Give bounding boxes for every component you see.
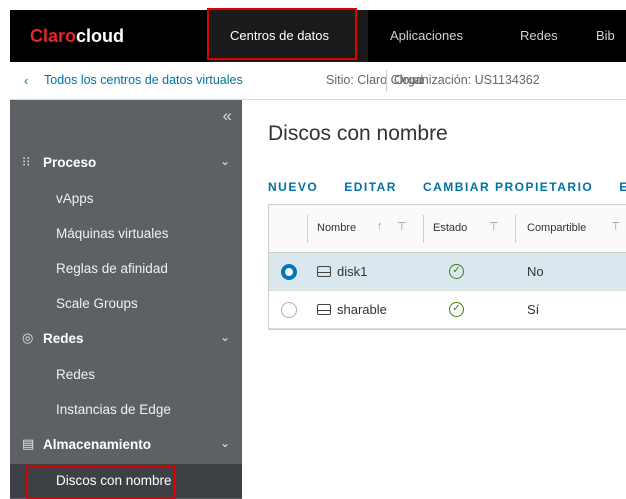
editar-button[interactable]: EDITAR — [344, 180, 397, 194]
column-header-estado[interactable]: Estado ⊤ — [433, 205, 513, 253]
chevron-down-icon: ⌄ — [219, 436, 230, 450]
page-title: Discos con nombre — [268, 122, 448, 145]
sidebar-item-redes[interactable]: Redes — [10, 358, 242, 392]
tab-label: Bib — [596, 28, 615, 43]
eliminar-button[interactable]: EL — [619, 180, 626, 194]
table-row[interactable]: sharable ✓ Sí — [269, 291, 626, 329]
chevron-down-icon: ⌄ — [219, 330, 230, 344]
cambiar-propietario-button[interactable]: CAMBIAR PROPIETARIO — [423, 180, 593, 194]
disks-datagrid: Nombre ↑ ⊤ Estado ⊤ Compartible ⊤ disk1 … — [268, 204, 626, 330]
column-header-nombre[interactable]: Nombre ↑ ⊤ — [317, 205, 427, 253]
annotation-box-sidebar-item — [26, 465, 176, 499]
sort-ascending-icon[interactable]: ↑ — [377, 220, 383, 232]
row-select-radio[interactable] — [281, 264, 297, 280]
chevron-down-icon: ⌄ — [219, 154, 230, 168]
sidebar-section-label: Redes — [43, 331, 84, 346]
storage-icon: ▤ — [22, 436, 35, 451]
sidebar-item-scale-groups[interactable]: Scale Groups — [10, 287, 242, 321]
sidebar-item-reglas-de-afinidad[interactable]: Reglas de afinidad — [10, 252, 242, 286]
sidebar-item-label: Reglas de afinidad — [56, 261, 168, 276]
sidebar-section-almacenamiento[interactable]: ▤ Almacenamiento ⌄ — [10, 428, 242, 462]
column-divider — [515, 215, 516, 243]
shareable-value: No — [527, 264, 544, 279]
sidebar-item-label: Instancias de Edge — [56, 402, 171, 417]
disk-name: disk1 — [337, 264, 368, 279]
action-bar: NUEVO EDITAR CAMBIAR PROPIETARIO EL — [268, 180, 626, 194]
shareable-value: Sí — [527, 302, 540, 317]
nuevo-button[interactable]: NUEVO — [268, 180, 318, 194]
collapse-sidebar-icon[interactable]: « — [223, 106, 232, 126]
datagrid-header: Nombre ↑ ⊤ Estado ⊤ Compartible ⊤ — [269, 205, 626, 253]
sidebar-section-redes[interactable]: ◎ Redes ⌄ — [10, 322, 242, 356]
sidebar-item-vapps[interactable]: vApps — [10, 182, 242, 216]
column-header-compartible[interactable]: Compartible ⊤ — [527, 205, 626, 253]
sidebar-item-label: Máquinas virtuales — [56, 226, 169, 241]
sidebar-section-label: Almacenamiento — [43, 437, 152, 452]
filter-icon[interactable]: ⊤ — [489, 220, 499, 233]
column-label: Nombre — [317, 222, 357, 234]
sidebar-section-proceso[interactable]: ⁝⁝ Proceso ⌄ — [10, 146, 242, 180]
disk-name: sharable — [337, 302, 387, 317]
sidebar: « ⁝⁝ Proceso ⌄ vApps Máquinas virtuales … — [10, 100, 242, 499]
column-divider — [423, 215, 424, 243]
grid-icon: ⁝⁝ — [22, 154, 31, 169]
sidebar-item-instancias-de-edge[interactable]: Instancias de Edge — [10, 393, 242, 427]
filter-icon[interactable]: ⊤ — [397, 220, 407, 233]
chevron-left-icon[interactable]: ‹ — [24, 73, 28, 88]
column-label: Estado — [433, 222, 468, 234]
tab-label: Redes — [520, 28, 558, 43]
tab-label: Aplicaciones — [390, 28, 463, 43]
status-ok-icon: ✓ — [449, 264, 464, 279]
main-content: Discos con nombre NUEVO EDITAR CAMBIAR PRO… — [242, 100, 626, 499]
tab-aplicaciones[interactable]: Aplicaciones — [390, 10, 490, 62]
sidebar-item-label: Scale Groups — [56, 296, 138, 311]
tab-bibliotecas[interactable]: Bib — [596, 10, 626, 62]
status-ok-icon: ✓ — [449, 302, 464, 317]
column-divider — [307, 215, 308, 243]
sidebar-item-label: vApps — [56, 191, 94, 206]
table-row[interactable]: disk1 ✓ No — [269, 253, 626, 291]
sidebar-section-label: Proceso — [43, 155, 97, 170]
sidebar-item-label: Redes — [56, 367, 96, 382]
annotation-box-top-tab — [207, 8, 357, 60]
logo-cloud-text: cloud — [76, 26, 125, 46]
tab-redes[interactable]: Redes — [520, 10, 570, 62]
claro-cloud-logo[interactable]: Clarocloud — [30, 26, 124, 47]
logo-claro-text: Claro — [30, 26, 77, 46]
disk-icon — [317, 266, 331, 277]
column-label: Compartible — [527, 222, 587, 234]
disk-icon — [317, 304, 331, 315]
network-icon: ◎ — [22, 330, 34, 345]
breadcrumb-organization: Organización: US1134362 — [394, 73, 540, 87]
filter-icon[interactable]: ⊤ — [611, 220, 621, 233]
breadcrumb-back-link[interactable]: Todos los centros de datos virtuales — [44, 73, 243, 87]
breadcrumb-divider — [386, 70, 387, 92]
row-select-radio[interactable] — [281, 302, 297, 318]
sidebar-item-maquinas-virtuales[interactable]: Máquinas virtuales — [10, 217, 242, 251]
breadcrumb: ‹ Todos los centros de datos virtuales S… — [10, 62, 626, 100]
